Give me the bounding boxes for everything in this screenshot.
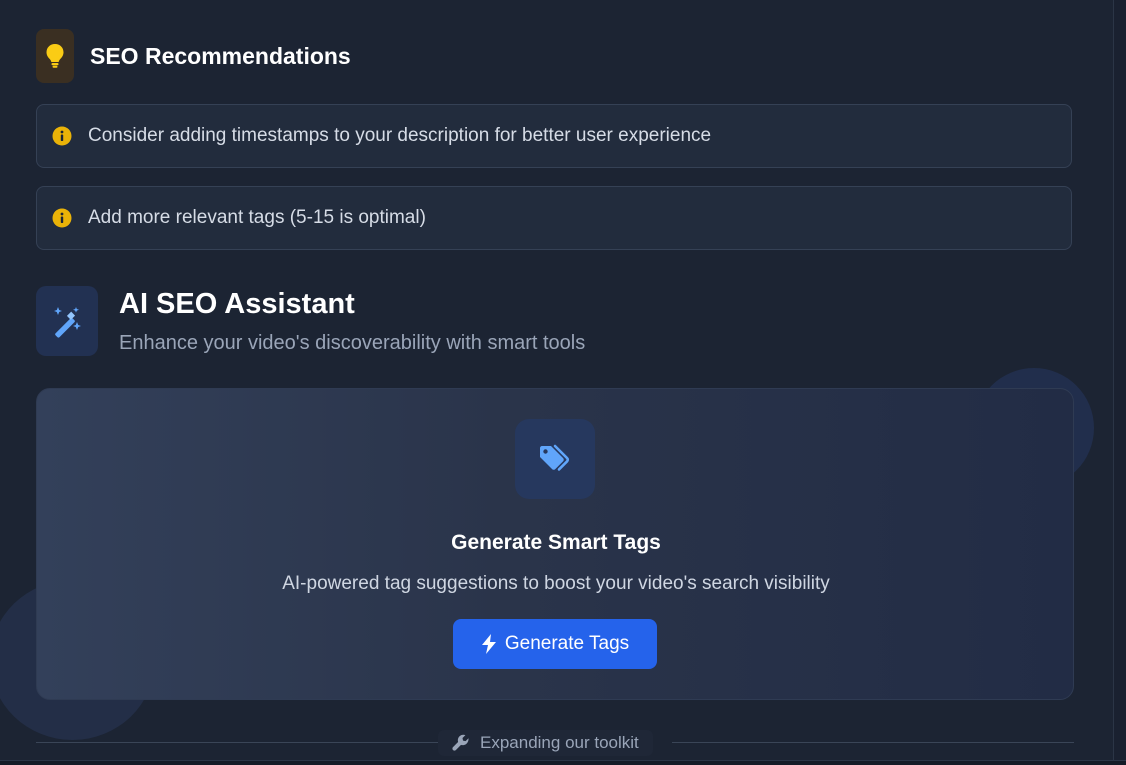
info-icon [52,208,72,228]
lightbulb-icon [36,29,74,83]
wrench-icon [452,734,470,752]
tags-icon [515,419,595,499]
generate-tags-label: Generate Tags [504,633,630,654]
expanding-toolkit-divider: Expanding our toolkit [438,730,653,756]
recommendations-title: SEO Recommendations [90,42,351,69]
ai-assistant-header: AI SEO Assistant Enhance your video's di… [36,286,585,356]
divider-line-left [36,742,438,743]
recommendation-item: Consider adding timestamps to your descr… [36,104,1072,168]
magic-wand-icon [36,286,98,356]
smart-tags-card: Generate Smart Tags AI-powered tag sugge… [36,388,1074,700]
recommendation-item: Add more relevant tags (5-15 is optimal) [36,186,1072,250]
seo-panel: SEO Recommendations Consider adding time… [0,0,1126,765]
bolt-icon [481,634,497,654]
recommendations-header: SEO Recommendations [36,29,351,83]
divider-line-right [672,742,1074,743]
ai-assistant-subtitle: Enhance your video's discoverability wit… [119,332,586,354]
expanding-toolkit-label: Expanding our toolkit [480,733,639,752]
info-icon [52,126,72,146]
ai-assistant-title: AI SEO Assistant [119,288,355,320]
scrollbar-track[interactable] [1113,0,1126,765]
recommendation-text: Consider adding timestamps to your descr… [88,125,712,146]
bottom-edge [0,760,1126,765]
smart-tags-title: Generate Smart Tags [451,531,661,554]
recommendation-text: Add more relevant tags (5-15 is optimal) [88,207,426,228]
generate-tags-button[interactable]: Generate Tags [453,619,657,669]
smart-tags-description: AI-powered tag suggestions to boost your… [282,573,830,594]
